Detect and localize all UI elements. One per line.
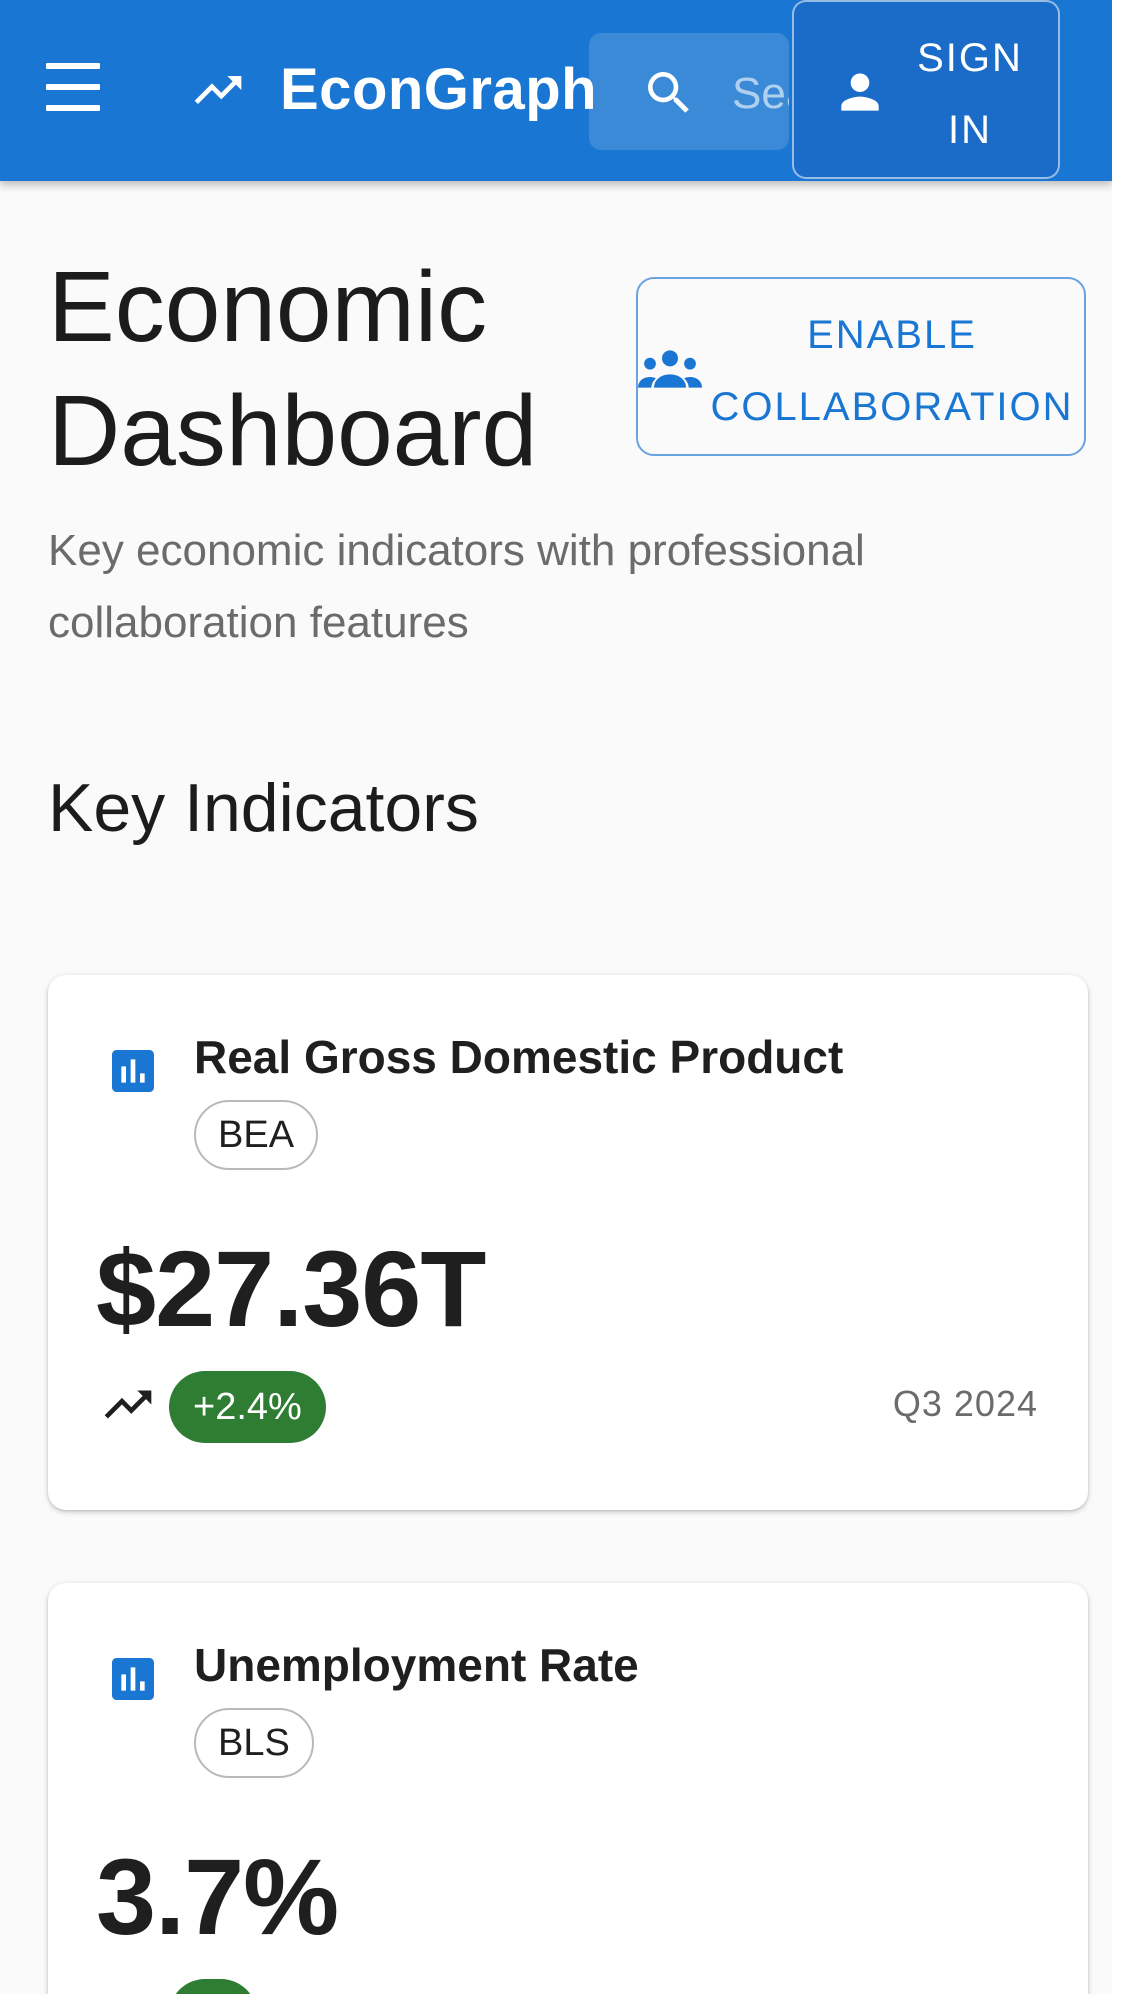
- page-title: Economic Dashboard: [48, 251, 538, 487]
- change-badge: +2.4%: [169, 1371, 326, 1443]
- app-bar: EconGraph SIGN IN: [0, 0, 1112, 181]
- trending-up-icon: [104, 1390, 152, 1419]
- trending-up-icon: [194, 76, 242, 104]
- source-chip: BLS: [194, 1708, 314, 1778]
- indicator-value: $27.36T: [96, 1228, 486, 1349]
- indicator-value: 3.7%: [96, 1836, 339, 1957]
- period-label: Q3 2024: [892, 1383, 1038, 1424]
- viewport: EconGraph SIGN IN Economic Dashboard: [0, 0, 1112, 1994]
- person-icon: [841, 73, 879, 111]
- indicator-title[interactable]: Unemployment Rate: [194, 1635, 639, 1695]
- search-input[interactable]: [730, 63, 789, 125]
- page-subtitle: Key economic indicators with professiona…: [48, 526, 865, 647]
- enable-collaboration-label: ENABLE COLLABORATION: [710, 313, 1074, 429]
- change-badge: [169, 1979, 257, 1994]
- section-title: Key Indicators: [48, 770, 479, 846]
- source-chip: BEA: [194, 1100, 319, 1170]
- indicator-card-unemployment[interactable]: Unemployment Rate BLS 3.7%: [48, 1583, 1088, 1994]
- menu-icon[interactable]: [38, 63, 108, 119]
- sign-in-button[interactable]: SIGN IN: [792, 0, 1060, 179]
- brand-title[interactable]: EconGraph: [280, 55, 597, 125]
- indicator-title[interactable]: Real Gross Domestic Product: [194, 1027, 843, 1087]
- bar-chart-icon: [112, 1050, 154, 1092]
- group-icon: [638, 350, 702, 388]
- bar-chart-icon: [112, 1658, 154, 1700]
- sign-in-label: SIGN IN: [917, 36, 1023, 152]
- search-box[interactable]: [589, 33, 789, 150]
- search-icon: [648, 72, 689, 113]
- indicator-card-gdp[interactable]: Real Gross Domestic Product BEA $27.36T …: [48, 975, 1088, 1510]
- enable-collaboration-button[interactable]: ENABLE COLLABORATION: [636, 277, 1086, 456]
